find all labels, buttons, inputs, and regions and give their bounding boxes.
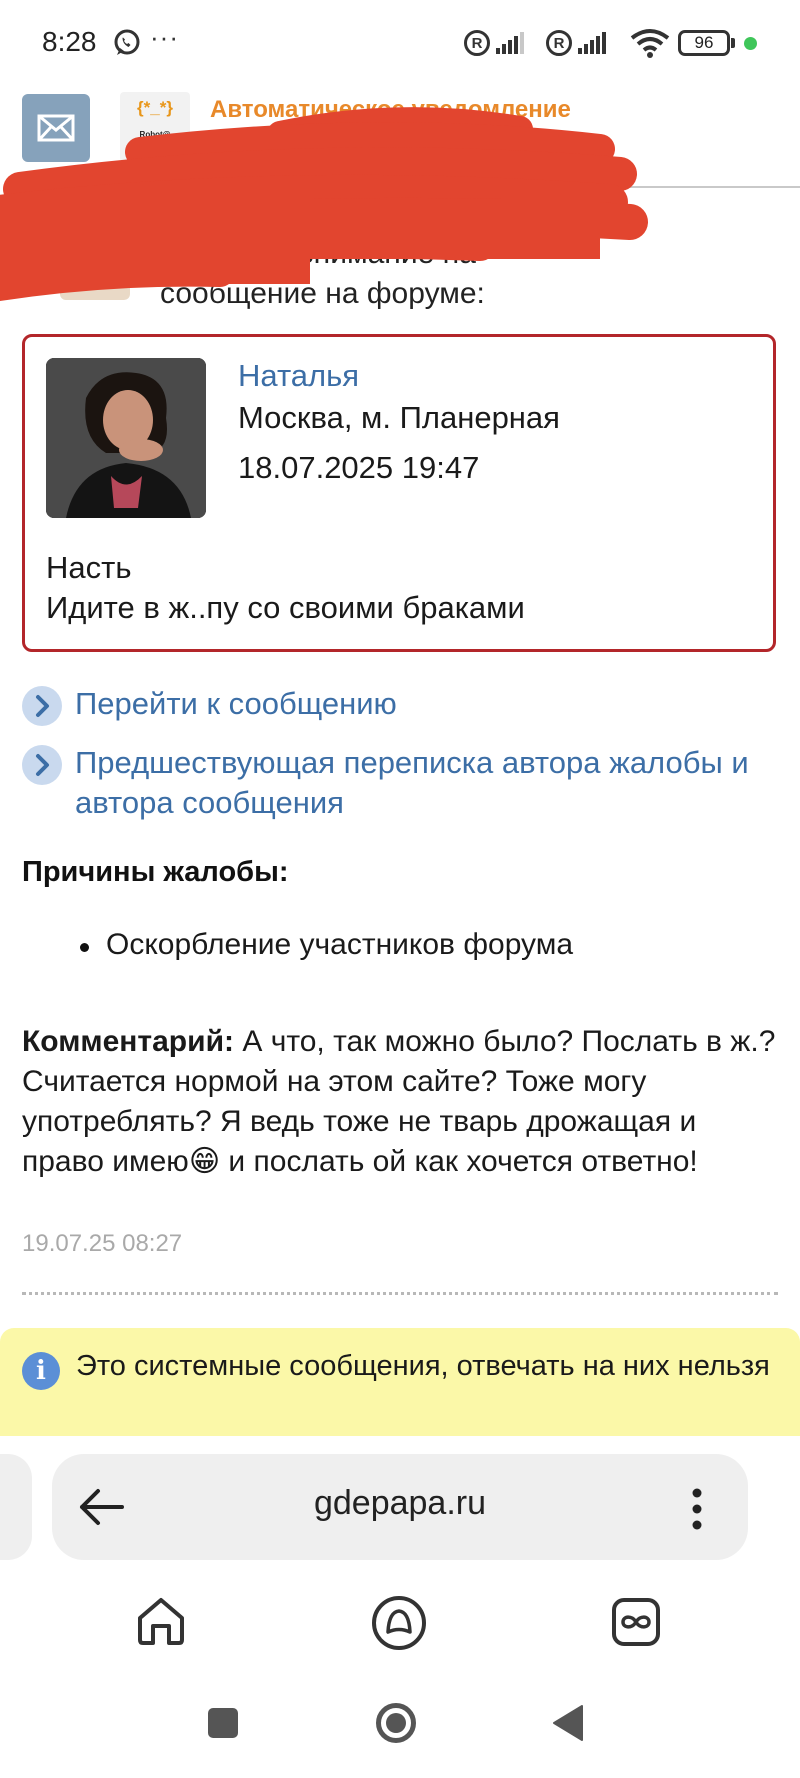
- author-photo[interactable]: [46, 358, 206, 518]
- grinning-emoji-icon: 😁: [188, 1145, 221, 1178]
- home-button-dot: [386, 1713, 406, 1733]
- roaming-icon: R: [546, 30, 572, 56]
- signal-icon: [578, 32, 608, 54]
- wifi-icon: [630, 28, 670, 58]
- post-date: 18.07.2025 19:47: [238, 450, 480, 485]
- battery-cap: [731, 38, 735, 48]
- adjacent-tab-peek[interactable]: [0, 1454, 32, 1560]
- tabs-icon[interactable]: [610, 1596, 662, 1648]
- complaint-comment: Комментарий: А что, так можно было? Посл…: [22, 1022, 782, 1182]
- notification-more-icon: ···: [150, 22, 179, 52]
- system-notice-text: Это системные сообщения, отвечать на них…: [76, 1350, 770, 1382]
- info-icon: i: [22, 1352, 60, 1390]
- home-icon[interactable]: [134, 1594, 188, 1648]
- battery-icon: 96: [678, 30, 730, 56]
- system-back-button[interactable]: [552, 1704, 584, 1742]
- privacy-indicator-dot: [744, 37, 757, 50]
- redaction-scribble: [0, 107, 648, 302]
- alice-assistant-icon[interactable]: [370, 1594, 428, 1652]
- signal-icon: [496, 32, 526, 54]
- go-to-message-link[interactable]: Перейти к сообщению: [75, 684, 397, 724]
- post-text-line: Насть: [46, 550, 132, 585]
- reason-item: Оскорбление участников форума: [106, 928, 574, 961]
- comment-timestamp: 19.07.25 08:27: [22, 1230, 183, 1257]
- roaming-icon: R: [464, 30, 490, 56]
- chevron-right-icon[interactable]: [22, 745, 62, 785]
- post-text-line: Идите в ж..пу со своими браками: [46, 590, 525, 625]
- recent-apps-button[interactable]: [208, 1708, 238, 1738]
- previous-correspondence-link[interactable]: Предшествующая переписка автора жалобы и…: [75, 743, 755, 823]
- url-text[interactable]: gdepapa.ru: [230, 1484, 570, 1523]
- whatsapp-icon: [112, 28, 142, 58]
- comment-label: Комментарий:: [22, 1025, 235, 1058]
- comment-text: и послать ой как хочется ответно!: [220, 1145, 698, 1178]
- reasons-heading: Причины жалобы:: [22, 856, 289, 888]
- chevron-right-icon[interactable]: [22, 686, 62, 726]
- post-location: Москва, м. Планерная: [238, 400, 560, 435]
- post-author-link[interactable]: Наталья: [238, 358, 359, 394]
- back-arrow-icon[interactable]: [76, 1486, 126, 1528]
- more-menu-icon[interactable]: [682, 1484, 712, 1534]
- list-bullet: [80, 943, 89, 952]
- status-time: 8:28: [42, 26, 97, 57]
- dotted-divider: [22, 1292, 778, 1295]
